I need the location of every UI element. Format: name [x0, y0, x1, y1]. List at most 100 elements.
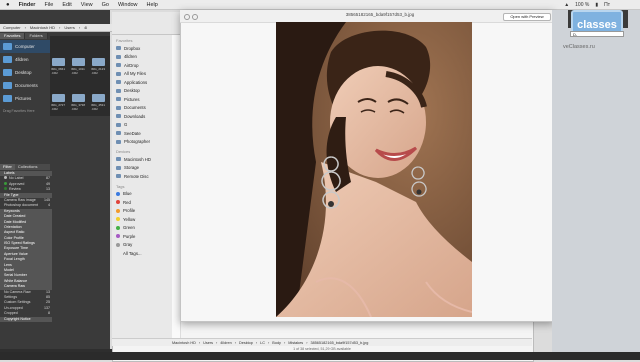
- filter-row[interactable]: Copyright Notice: [0, 316, 52, 322]
- sidebar-item[interactable]: Gray: [112, 241, 172, 250]
- open-with-preview-button[interactable]: Open with Preview: [503, 13, 551, 21]
- sidebar-item[interactable]: Downloads: [112, 112, 172, 121]
- favorite-item[interactable]: Computer: [0, 40, 50, 53]
- filter-text: Lens: [4, 262, 12, 267]
- sidebar-item[interactable]: Red: [112, 198, 172, 207]
- thumbnail-label: IMG_2727 .CR2: [51, 103, 66, 111]
- path-item[interactable]: Macintosh HD: [30, 25, 55, 30]
- sidebar-item-label: Macintosh HD: [124, 156, 151, 162]
- sidebar-item[interactable]: Desktop: [112, 87, 172, 96]
- path-item[interactable]: Users: [64, 25, 74, 30]
- tab-folders[interactable]: Folders: [25, 33, 48, 39]
- sidebar-item[interactable]: Documents: [112, 104, 172, 113]
- sidebar-item[interactable]: Purple: [112, 232, 172, 241]
- sidebar-item-label: Desktop: [124, 88, 140, 94]
- sidebar-item[interactable]: Photographer: [112, 138, 172, 147]
- sidebar-item-label: Remote Disc: [124, 173, 149, 179]
- close-icon[interactable]: [184, 14, 190, 20]
- clock[interactable]: Пт: [604, 2, 610, 8]
- thumbnail-label: IMG_2123 .CR2: [91, 67, 106, 75]
- sidebar-item[interactable]: All My Files: [112, 70, 172, 79]
- dropdown[interactable]: D-: [570, 31, 624, 37]
- tag-color-icon: [116, 191, 120, 196]
- tab-favorites[interactable]: Favorites: [0, 33, 26, 39]
- sidebar-item[interactable]: Macintosh HD: [112, 155, 172, 164]
- path-item[interactable]: 4lldren: [220, 341, 231, 345]
- desktop-background: [552, 10, 640, 360]
- menu-go[interactable]: Go: [102, 2, 109, 8]
- sidebar-item[interactable]: Green: [112, 224, 172, 233]
- thumbnail[interactable]: [92, 58, 105, 66]
- sidebar-item-label: All Tags...: [123, 250, 142, 256]
- thumbnail[interactable]: [72, 94, 85, 102]
- sidebar-item[interactable]: Profile: [112, 207, 172, 216]
- menu-edit[interactable]: Edit: [62, 2, 71, 8]
- sidebar-item[interactable]: G: [112, 121, 172, 130]
- sidebar-item-label: Pictures: [124, 96, 140, 102]
- path-item[interactable]: Computer: [3, 25, 21, 30]
- folder-icon: [116, 105, 121, 110]
- path-item[interactable]: Users: [203, 341, 213, 345]
- sidebar-item-label: Blue: [123, 191, 132, 197]
- path-item[interactable]: Mistakes: [288, 341, 303, 345]
- filter-count: 13: [46, 187, 50, 192]
- folder-icon: [116, 139, 121, 144]
- favorite-label: 4lldren: [15, 57, 29, 62]
- sidebar-item-label: Storage: [124, 165, 140, 171]
- quicklook-title: 38565182165_bda9f157d53_b.jpg: [345, 12, 415, 17]
- finder-sidebar: Favorites Dropbox 4lldren AirDrop All My Fil…: [112, 35, 173, 345]
- favorite-item[interactable]: Documents: [0, 79, 50, 92]
- sidebar-item[interactable]: Applications: [112, 78, 172, 87]
- thumbnail[interactable]: [52, 94, 65, 102]
- sidebar-item[interactable]: Storage: [112, 164, 172, 173]
- filter-label: Copyright Notice: [4, 317, 31, 322]
- path-item[interactable]: Desktop: [239, 341, 253, 345]
- sidebar-item[interactable]: AirDrop: [112, 61, 172, 70]
- drag-hint: Drag Favorites Here: [3, 109, 35, 113]
- filter-list: Labels No Label 87 Approved 49 Review 13 File T…: [0, 171, 52, 322]
- thumbnail[interactable]: [92, 94, 105, 102]
- sidebar-item-label: G: [124, 122, 128, 128]
- sidebar-section-header: Devices: [116, 149, 131, 154]
- path-item[interactable]: LC: [260, 341, 265, 345]
- sidebar-item[interactable]: Blue: [112, 190, 172, 199]
- sidebar-item[interactable]: 4lldren: [112, 53, 172, 62]
- path-item[interactable]: Macintosh HD: [172, 341, 196, 345]
- tab-collections[interactable]: Collections: [15, 164, 41, 170]
- folder-icon: [116, 122, 121, 127]
- computer-icon: [3, 43, 12, 50]
- sidebar-item[interactable]: Yellow: [112, 215, 172, 224]
- filter-text: Exposure Time: [4, 246, 28, 251]
- favorite-item[interactable]: Desktop: [0, 66, 50, 79]
- path-item[interactable]: 38565182165_bda9f157d53_b.jpg: [310, 341, 368, 345]
- sidebar-item-label: All My Files: [124, 71, 146, 77]
- sidebar-item[interactable]: Remote Disc: [112, 172, 172, 181]
- menu-file[interactable]: File: [44, 2, 53, 8]
- sidebar-item[interactable]: Dropbox: [112, 44, 172, 53]
- menu-help[interactable]: Help: [147, 2, 158, 8]
- apple-menu-icon[interactable]: ●: [6, 2, 10, 8]
- wifi-icon[interactable]: ▲: [564, 2, 569, 8]
- thumbnail[interactable]: [52, 58, 65, 66]
- menu-finder[interactable]: Finder: [19, 2, 36, 8]
- sidebar-item-label: Green: [123, 225, 135, 231]
- sidebar-section-header: Favorites: [116, 38, 133, 43]
- chevron-right-icon: ›: [283, 340, 286, 345]
- sidebar-item-label: Purple: [123, 233, 136, 239]
- favorite-item[interactable]: 4lldren: [0, 53, 50, 66]
- menu-window[interactable]: Window: [118, 2, 138, 8]
- sidebar-item[interactable]: SeeDate: [112, 129, 172, 138]
- folder-icon: [116, 174, 121, 179]
- path-item[interactable]: Body: [272, 341, 281, 345]
- menu-view[interactable]: View: [81, 2, 93, 8]
- sidebar-item[interactable]: Pictures: [112, 95, 172, 104]
- thumbnail[interactable]: [72, 58, 85, 66]
- tab-filter[interactable]: Filter: [0, 164, 15, 170]
- path-item[interactable]: 4l: [84, 25, 87, 30]
- favorite-item[interactable]: Pictures: [0, 92, 50, 105]
- filter-text: Approved: [9, 181, 25, 186]
- fullscreen-icon[interactable]: [192, 14, 198, 20]
- chevron-right-icon: ›: [216, 340, 218, 345]
- sidebar-item[interactable]: All Tags...: [112, 249, 172, 258]
- battery-status[interactable]: 100 %: [575, 2, 589, 8]
